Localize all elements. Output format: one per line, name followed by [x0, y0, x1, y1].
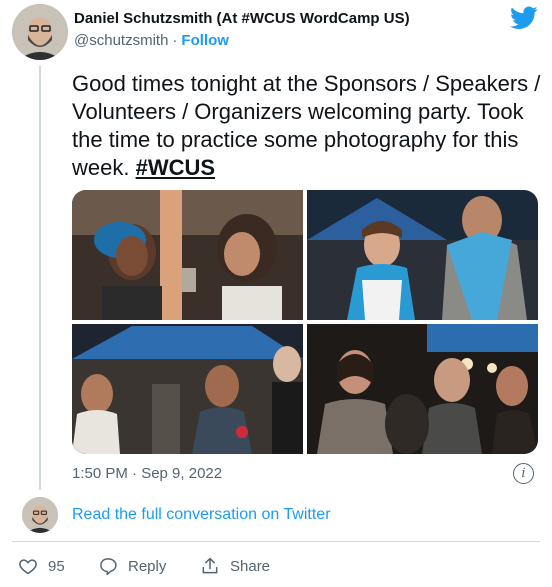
photo-3[interactable] — [72, 324, 303, 454]
photo-1[interactable] — [72, 190, 303, 320]
reply-bubble-icon — [100, 558, 117, 576]
share-icon — [202, 557, 218, 574]
twitter-bird-icon[interactable] — [510, 6, 538, 30]
heart-icon — [19, 559, 37, 575]
hashtag-link[interactable]: #WCUS — [136, 155, 215, 180]
thread-line — [39, 66, 41, 490]
author-name[interactable]: Daniel Schutzsmith (At #WCUS WordCamp US… — [74, 10, 410, 27]
follow-button[interactable]: Follow — [181, 32, 229, 49]
reply-label: Reply — [128, 557, 167, 575]
share-button[interactable]: Share — [200, 552, 270, 580]
tweet-text: Good times tonight at the Sponsors / Spe… — [72, 70, 542, 182]
share-label: Share — [230, 557, 271, 575]
separator-dot: · — [172, 32, 178, 49]
tweet-embed-card: Daniel Schutzsmith (At #WCUS WordCamp US… — [0, 0, 552, 587]
like-button[interactable]: 95 — [18, 552, 65, 580]
reply-button[interactable]: Reply — [98, 552, 166, 580]
author-avatar[interactable] — [12, 4, 68, 60]
like-count: 95 — [48, 557, 65, 575]
author-handle[interactable]: @schutzsmith — [74, 32, 168, 49]
author-handle-row: @schutzsmith · Follow — [74, 32, 229, 49]
photo-2[interactable] — [307, 190, 538, 320]
author-avatar-small[interactable] — [22, 497, 58, 533]
divider — [12, 541, 540, 542]
read-conversation-link[interactable]: Read the full conversation on Twitter — [72, 506, 331, 524]
photo-4[interactable] — [307, 324, 538, 454]
photo-grid — [72, 190, 538, 454]
tweet-timestamp[interactable]: 1:50 PM · Sep 9, 2022 — [72, 465, 222, 482]
info-icon[interactable]: i — [513, 463, 534, 484]
